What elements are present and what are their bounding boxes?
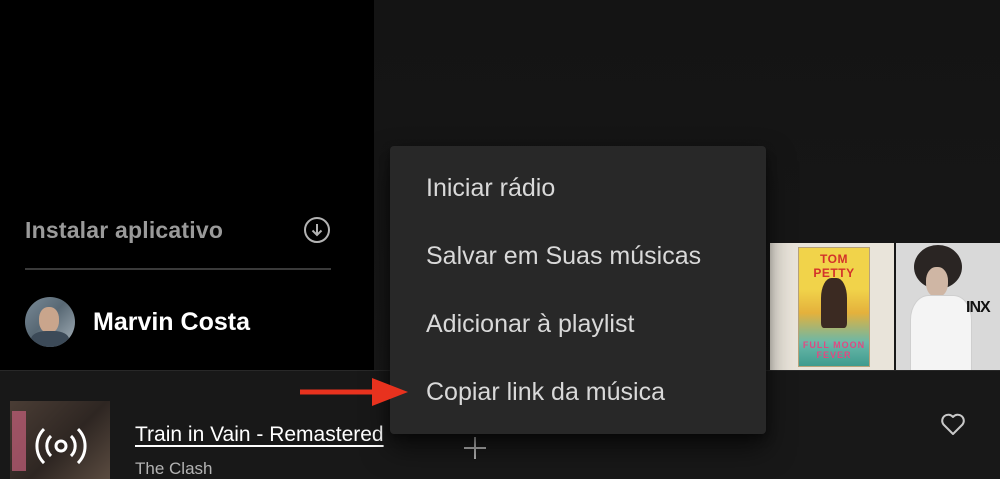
menu-item-copy-song-link[interactable]: Copiar link da música [390, 358, 766, 426]
sidebar-divider [25, 268, 331, 270]
album-cover-tom-petty[interactable]: TOM PETTY FULL MOON FEVER [770, 243, 894, 370]
avatar-face [39, 307, 59, 333]
plus-icon[interactable] [462, 435, 488, 461]
album-cover-inxs[interactable]: INX [896, 243, 1000, 370]
heart-icon[interactable] [940, 412, 966, 436]
menu-item-save-to-library[interactable]: Salvar em Suas músicas [390, 222, 766, 290]
track-title-link[interactable]: Train in Vain - Remastered [135, 423, 384, 447]
install-app-link[interactable]: Instalar aplicativo [25, 208, 331, 252]
album-art-title: TOM PETTY [813, 252, 855, 280]
user-name: Marvin Costa [93, 307, 250, 336]
avatar[interactable] [25, 297, 75, 347]
now-playing-cover[interactable] [10, 401, 110, 479]
album-art-subtitle: FULL MOON FEVER [802, 340, 866, 360]
context-menu: Iniciar rádio Salvar em Suas músicas Adi… [390, 146, 766, 434]
cover-accent [12, 411, 26, 471]
install-app-label: Instalar aplicativo [25, 216, 224, 243]
album-art-body [910, 295, 972, 370]
menu-item-add-to-playlist[interactable]: Adicionar à playlist [390, 290, 766, 358]
artist-link[interactable]: The Clash [135, 459, 212, 479]
menu-item-start-radio[interactable]: Iniciar rádio [390, 154, 766, 222]
album-art: TOM PETTY FULL MOON FEVER [798, 247, 870, 367]
annotation-arrow [300, 378, 408, 406]
download-circle-icon[interactable] [303, 216, 331, 244]
user-profile[interactable]: Marvin Costa [25, 296, 250, 348]
avatar-shirt [31, 331, 69, 347]
album-art-figure [821, 278, 847, 328]
album-art-logo: INX [966, 299, 991, 316]
broadcast-icon [35, 427, 87, 465]
album-art-face [926, 267, 948, 297]
sidebar: Instalar aplicativo Marvin Costa [0, 0, 374, 370]
